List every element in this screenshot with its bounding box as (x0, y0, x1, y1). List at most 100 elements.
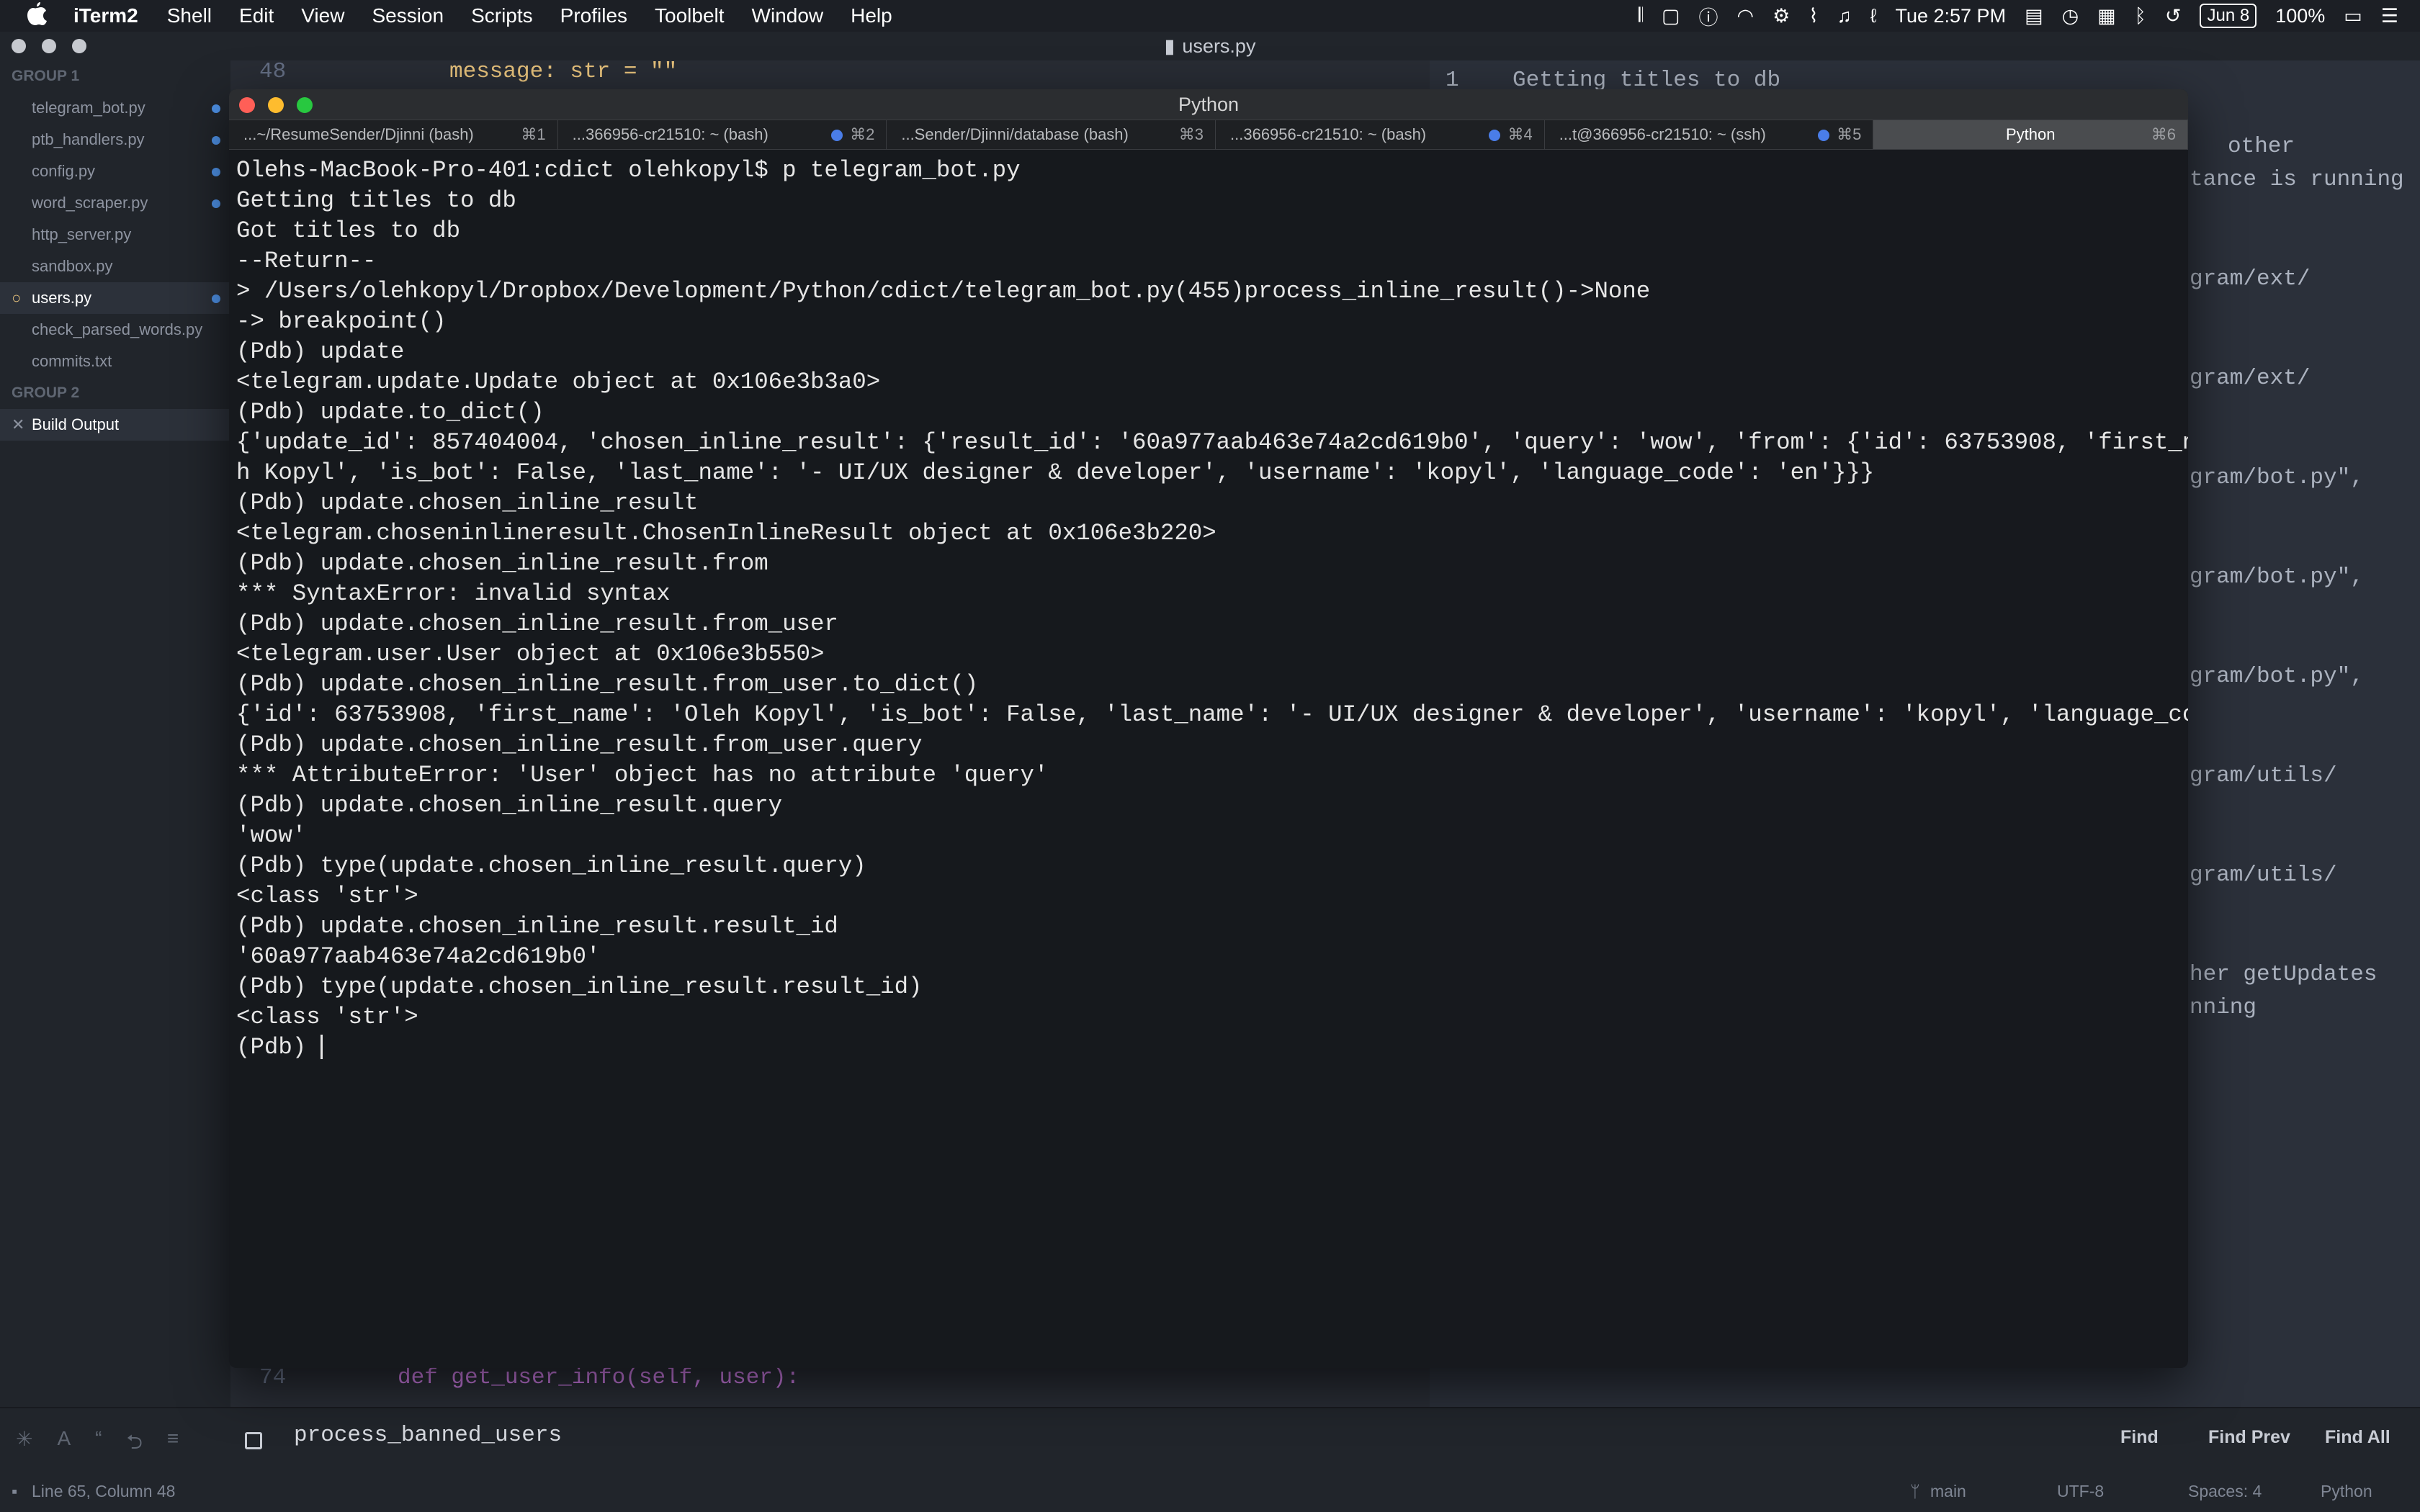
tab-bar: ...~/ResumeSender/Djinni (bash) ⌘1 ...3669… (229, 120, 2188, 150)
find-prev-button[interactable]: Find Prev (2208, 1427, 2290, 1448)
menu-window[interactable]: Window (752, 4, 824, 27)
iterm-window: Python ...~/ResumeSender/Djinni (bash) ⌘1… (229, 89, 2188, 1368)
in-selection-icon[interactable]: ≡ (167, 1427, 179, 1462)
sidebar-file[interactable]: config.py (0, 156, 230, 187)
panel-toggle-icon[interactable]: ▪ (12, 1482, 17, 1501)
file-label: http_server.py (32, 225, 132, 243)
zoom-button[interactable] (297, 97, 313, 113)
sidebar-file-build-output[interactable]: ✕ Build Output (0, 409, 230, 441)
brush-icon[interactable]: ℓ (1870, 5, 1877, 27)
tab-5[interactable]: ...t@366956-cr21510: ~ (ssh) ⌘5 (1545, 120, 1874, 149)
terminal-prompt-line[interactable]: (Pdb) (236, 1032, 2181, 1063)
tab-2[interactable]: ...366956-cr21510: ~ (bash) ⌘2 (558, 120, 887, 149)
menu-session[interactable]: Session (372, 4, 444, 27)
activity-dot-icon (1489, 130, 1501, 142)
editor-close-button[interactable] (12, 39, 26, 53)
terminal-line: 'wow' (236, 822, 307, 849)
code-line: def get_user_info(self, user): (398, 1365, 800, 1390)
find-input[interactable]: process_banned_users (294, 1423, 562, 1448)
sidebar-file[interactable]: ptb_handlers.py (0, 124, 230, 156)
status-menus: 𝄃 ▢ ⓘ ◠ ⚙ ⌇ ♫ ℓ Tue 2:57 PM ▤ ◷ ▦ ᛒ ↺ Ju… (1639, 0, 2398, 32)
gear-icon[interactable]: ⚙ (1773, 5, 1790, 27)
editor-minimize-button[interactable] (42, 39, 56, 53)
tab-label: ...~/ResumeSender/Djinni (bash) (243, 125, 474, 143)
terminal-line: --Return-- (236, 248, 377, 274)
terminal-line: <telegram.update.Update object at 0x106e… (236, 369, 881, 395)
file-label: word_scraper.py (32, 194, 148, 212)
time-icon[interactable]: ◷ (2062, 5, 2079, 27)
file-label: config.py (32, 162, 96, 180)
sidebar-file[interactable]: word_scraper.py (0, 187, 230, 219)
output-line: gram/bot.py", (2190, 664, 2364, 689)
file-label: sandbox.py (32, 257, 113, 275)
editor-zoom-button[interactable] (72, 39, 86, 53)
tab-label: ...Sender/Djinni/database (bash) (901, 125, 1129, 143)
modified-dot-icon (212, 199, 220, 208)
activity-dot-icon (831, 130, 843, 142)
tab-6[interactable]: Python ⌘6 (1873, 120, 2188, 149)
menu-shell[interactable]: Shell (167, 4, 212, 27)
app-menu[interactable]: iTerm2 (73, 4, 138, 27)
paperclip-icon[interactable]: ⌇ (1809, 5, 1818, 27)
info-icon[interactable]: ⓘ (1699, 2, 1718, 30)
terminal-line: {'update_id': 857404004, 'chosen_inline_… (236, 429, 2188, 456)
battery-icon[interactable]: ▭ (2344, 5, 2362, 27)
find-button[interactable]: Find (2120, 1427, 2159, 1448)
git-branch[interactable]: main (1930, 1482, 1966, 1501)
sidebar-file[interactable]: telegram_bot.py (0, 92, 230, 124)
whole-word-icon[interactable]: “ (95, 1427, 102, 1462)
menu-scripts[interactable]: Scripts (471, 4, 533, 27)
close-icon[interactable]: ✕ (12, 409, 24, 441)
menu-view[interactable]: View (301, 4, 344, 27)
tab-1[interactable]: ...~/ResumeSender/Djinni (bash) ⌘1 (229, 120, 558, 149)
terminal-line: *** SyntaxError: invalid syntax (236, 580, 671, 607)
bluetooth-icon[interactable]: ᛒ (2135, 5, 2146, 27)
tab-4[interactable]: ...366956-cr21510: ~ (bash) ⌘4 (1216, 120, 1545, 149)
menu-help[interactable]: Help (851, 4, 892, 27)
tab-3[interactable]: ...Sender/Djinni/database (bash) ⌘3 (887, 120, 1216, 149)
menu-toolbelt[interactable]: Toolbelt (655, 4, 725, 27)
sidebar-file[interactable]: check_parsed_words.py (0, 314, 230, 346)
file-label: commits.txt (32, 352, 112, 370)
encoding[interactable]: UTF-8 (2057, 1482, 2104, 1501)
calendar-icon[interactable]: ▤ (2025, 5, 2043, 27)
terminal-output[interactable]: Olehs-MacBook-Pro-401:cdict olehkopyl$ p… (236, 156, 2188, 1365)
date-badge[interactable]: Jun 8 (2200, 4, 2257, 28)
indentation[interactable]: Spaces: 4 (2188, 1482, 2262, 1501)
sidebar-file[interactable]: commits.txt (0, 346, 230, 377)
terminal-line: *** AttributeError: 'User' object has no… (236, 762, 1049, 788)
syntax[interactable]: Python (2321, 1482, 2372, 1501)
menu-edit[interactable]: Edit (239, 4, 274, 27)
close-button[interactable] (239, 97, 255, 113)
regex-icon[interactable]: ✳ (16, 1427, 32, 1462)
screen-icon[interactable]: ▢ (1662, 5, 1680, 27)
terminal-line: (Pdb) type(update.chosen_inline_result.q… (236, 852, 866, 879)
flag-icon[interactable]: ▦ (2097, 5, 2116, 27)
editor-window-controls (12, 39, 86, 53)
output-line: gram/ext/ (2190, 366, 2311, 391)
sidebar-file[interactable]: http_server.py (0, 219, 230, 251)
tab-label: ...366956-cr21510: ~ (bash) (1230, 125, 1427, 143)
file-label: users.py (32, 289, 92, 307)
wifi-icon[interactable]: ◠ (1737, 5, 1754, 27)
line-number: 74 (259, 1365, 287, 1390)
tab-label: ...366956-cr21510: ~ (bash) (572, 125, 768, 143)
modified-dot-icon (212, 136, 220, 145)
history-icon[interactable]: ↺ (2165, 5, 2182, 27)
menu-profiles[interactable]: Profiles (560, 4, 627, 27)
sidebar-file[interactable]: sandbox.py (0, 251, 230, 282)
headphones-icon[interactable]: ♫ (1837, 5, 1852, 27)
sidebar-file-active[interactable]: ○ users.py (0, 282, 230, 314)
case-sensitive-icon[interactable]: A (57, 1427, 71, 1462)
notification-center-icon[interactable]: ☰ (2381, 5, 2398, 27)
minimize-button[interactable] (268, 97, 284, 113)
wrap-icon[interactable]: ⮌ (126, 1427, 142, 1462)
highlight-matches-checkbox[interactable] (245, 1432, 262, 1449)
audio-icon[interactable]: 𝄃 (1639, 4, 1643, 27)
apple-menu-icon[interactable] (26, 1, 55, 31)
tab-shortcut: ⌘2 (850, 125, 875, 143)
terminal-line: {'id': 63753908, 'first_name': 'Oleh Kop… (236, 701, 2188, 728)
menubar-clock[interactable]: Tue 2:57 PM (1895, 5, 2006, 27)
terminal-line: (Pdb) update.to_dict() (236, 399, 544, 426)
find-all-button[interactable]: Find All (2325, 1427, 2390, 1448)
